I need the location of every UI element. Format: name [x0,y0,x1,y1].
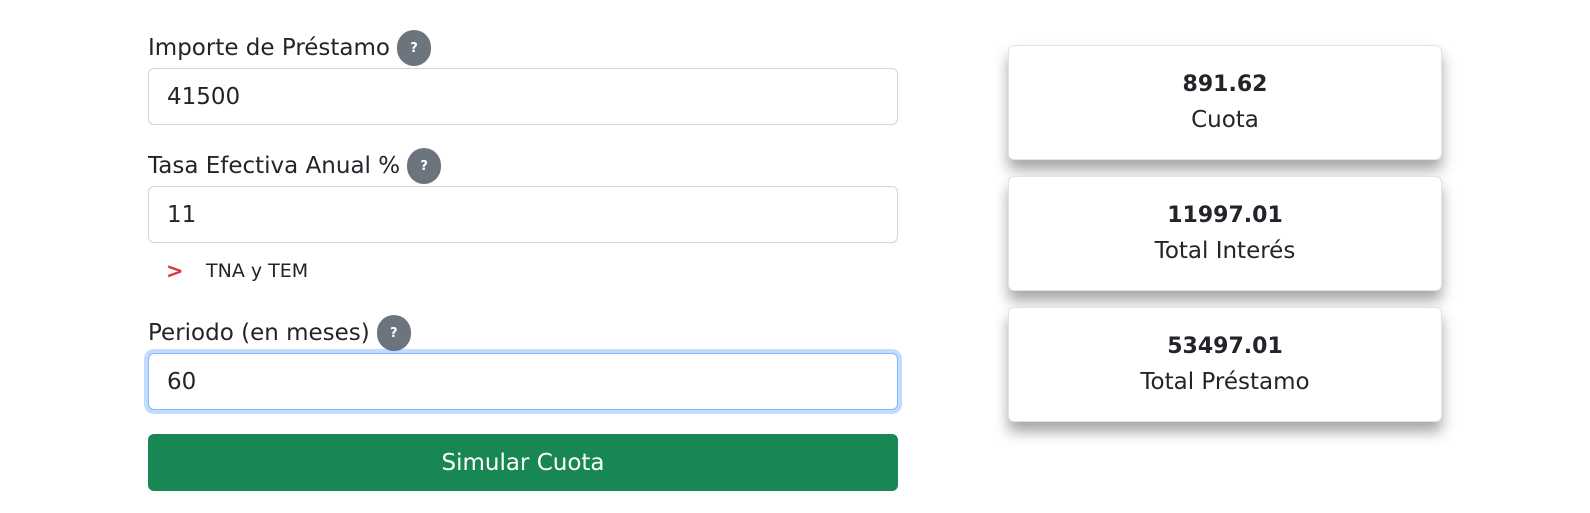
annual-rate-label-row: Tasa Efectiva Anual % ? [148,146,898,186]
result-label: Total Interés [1154,238,1296,264]
result-label: Cuota [1191,107,1259,133]
period-input[interactable] [148,353,898,410]
period-help-icon[interactable]: ? [376,315,411,351]
loan-form: Importe de Préstamo ? Tasa Efectiva Anua… [148,28,898,491]
simulate-button[interactable]: Simular Cuota [148,434,898,491]
result-value: 53497.01 [1167,334,1283,359]
annual-rate-input[interactable] [148,186,898,243]
rate-details-label: TNA y TEM [206,260,309,282]
loan-amount-input[interactable] [148,68,898,125]
result-card-total-prestamo: 53497.01 Total Préstamo [1008,307,1442,422]
result-value: 11997.01 [1167,203,1283,228]
period-label-row: Periodo (en meses) ? [148,313,898,353]
result-value: 891.62 [1182,72,1268,97]
annual-rate-help-icon[interactable]: ? [407,148,442,184]
loan-amount-label-row: Importe de Préstamo ? [148,28,898,68]
annual-rate-label: Tasa Efectiva Anual % [148,153,401,179]
period-label: Periodo (en meses) [148,320,370,346]
results-panel: 891.62 Cuota 11997.01 Total Interés 5349… [1008,45,1442,438]
result-label: Total Préstamo [1140,369,1310,395]
result-card-cuota: 891.62 Cuota [1008,45,1442,160]
rate-details-toggle[interactable]: > TNA y TEM [148,253,898,289]
loan-amount-help-icon[interactable]: ? [397,30,431,66]
result-card-total-interes: 11997.01 Total Interés [1008,176,1442,291]
loan-amount-label: Importe de Préstamo [148,35,390,61]
chevron-right-icon: > [166,259,184,283]
